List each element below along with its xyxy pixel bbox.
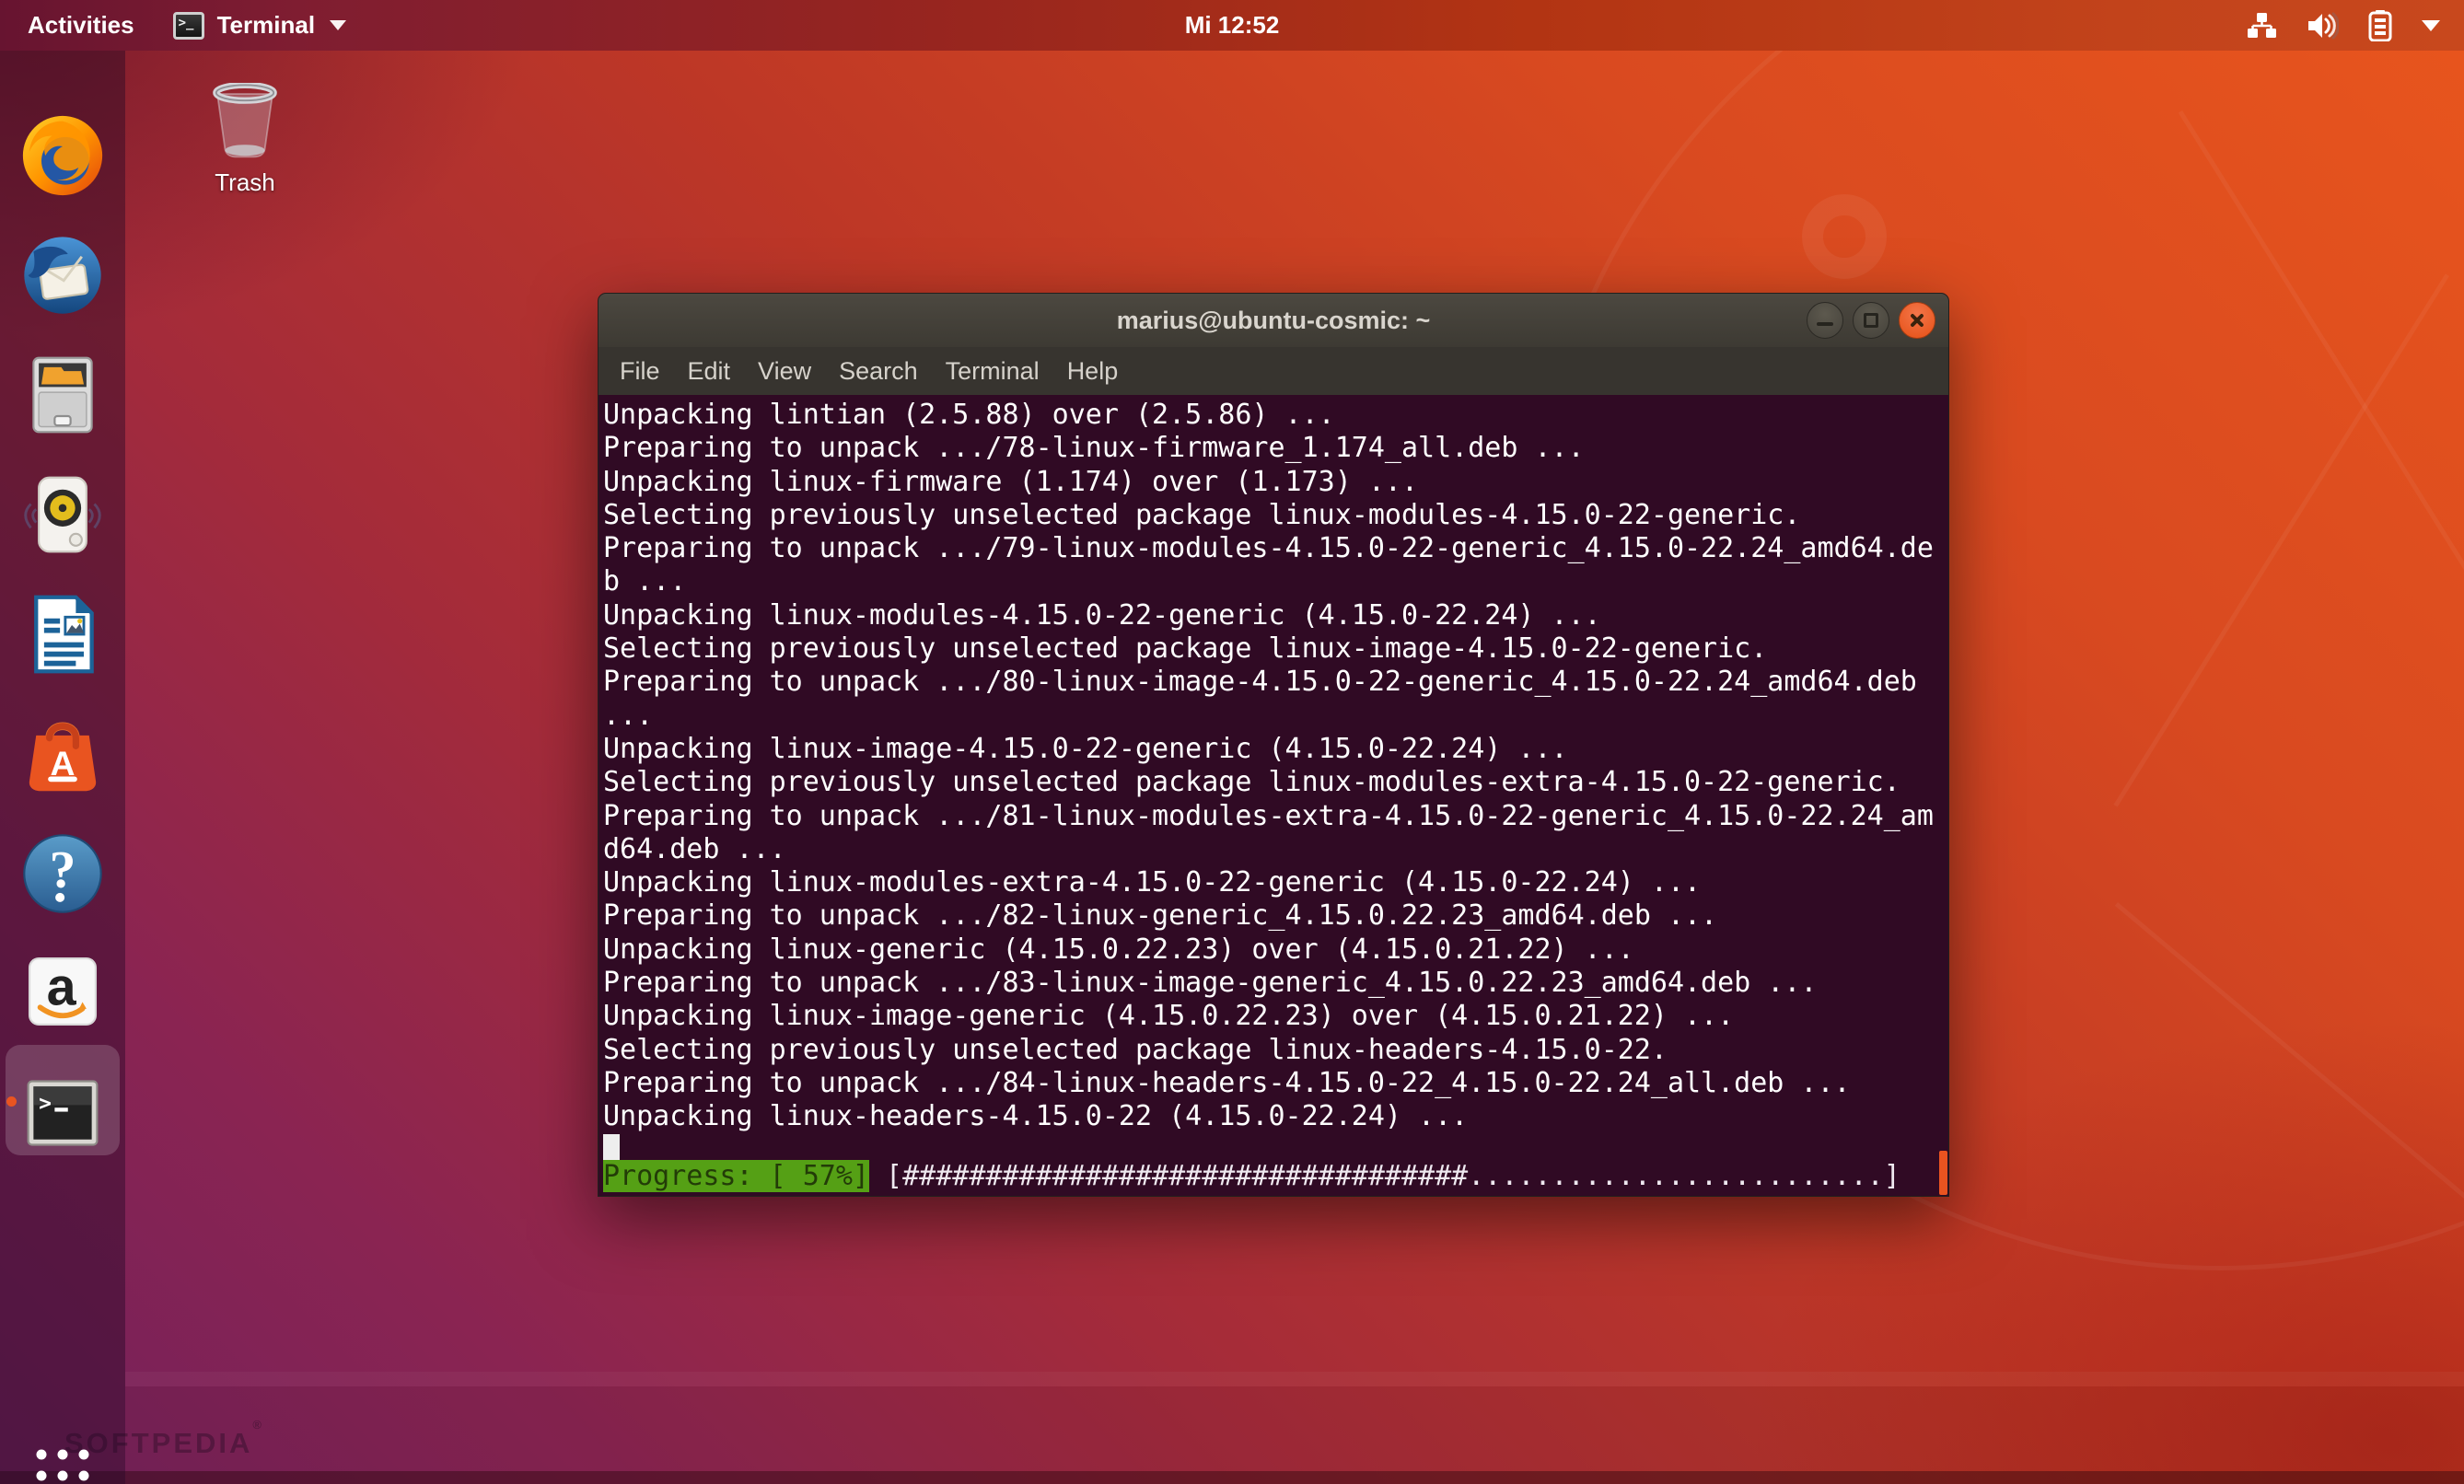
app-menu-button[interactable]: >_ Terminal bbox=[172, 11, 347, 40]
menu-search[interactable]: Search bbox=[825, 357, 932, 386]
wallpaper-line-pattern bbox=[2178, 110, 2464, 707]
menu-view[interactable]: View bbox=[744, 357, 825, 386]
dock-item-ubuntu-software[interactable]: A bbox=[20, 712, 105, 796]
top-bar-left: Activities >_ Terminal bbox=[0, 11, 347, 40]
terminal-window: marius@ubuntu-cosmic: ~ File Edit View S… bbox=[598, 293, 1949, 1197]
wallpaper-line-pattern bbox=[2114, 902, 2464, 1237]
maximize-icon bbox=[1864, 313, 1878, 328]
terminal-icon: > bbox=[27, 1080, 99, 1146]
menu-terminal[interactable]: Terminal bbox=[932, 357, 1053, 386]
dock: A ? a > bbox=[0, 51, 125, 1484]
minimize-icon bbox=[1817, 322, 1833, 326]
minimize-button[interactable] bbox=[1807, 302, 1843, 339]
wallpaper-band bbox=[125, 1372, 2464, 1386]
clock-label: Mi 12:52 bbox=[1184, 11, 1280, 39]
maximize-button[interactable] bbox=[1853, 302, 1889, 339]
dock-item-help[interactable]: ? bbox=[20, 831, 105, 916]
terminal-menubar: File Edit View Search Terminal Help bbox=[599, 347, 1948, 395]
show-applications-button[interactable] bbox=[33, 1446, 92, 1484]
svg-text:>: > bbox=[39, 1092, 52, 1116]
terminal-scrollbar-thumb[interactable] bbox=[1939, 1151, 1947, 1195]
trash-label: Trash bbox=[215, 168, 275, 196]
wallpaper-band bbox=[125, 1386, 2464, 1484]
menu-help[interactable]: Help bbox=[1053, 357, 1133, 386]
svg-text:?: ? bbox=[50, 841, 76, 899]
amazon-icon: a bbox=[28, 956, 98, 1026]
activities-button[interactable]: Activities bbox=[28, 11, 134, 40]
ubuntu-desktop: SOFTPEDIA® Trash marius@ubuntu-cosmic: ~… bbox=[0, 0, 2464, 1484]
terminal-output: Unpacking lintian (2.5.88) over (2.5.86)… bbox=[603, 399, 1934, 1133]
network-icon bbox=[2248, 12, 2276, 38]
writer-document-icon bbox=[34, 595, 94, 674]
terminal-titlebar[interactable]: marius@ubuntu-cosmic: ~ bbox=[599, 294, 1948, 347]
menu-file[interactable]: File bbox=[606, 357, 674, 386]
terminal-screen[interactable]: Unpacking lintian (2.5.88) over (2.5.86)… bbox=[599, 395, 1948, 1196]
trash-can-icon bbox=[213, 81, 277, 158]
running-indicator-dot bbox=[6, 1096, 17, 1107]
progress-bar-text: [##################################.....… bbox=[868, 1159, 1900, 1192]
firefox-icon bbox=[22, 115, 103, 196]
thunderbird-icon bbox=[24, 237, 101, 314]
top-bar: Activities >_ Terminal Mi 12:52 bbox=[0, 0, 2464, 51]
battery-icon bbox=[2368, 9, 2392, 41]
menu-edit[interactable]: Edit bbox=[674, 357, 745, 386]
dock-item-libreoffice-writer[interactable] bbox=[20, 592, 105, 677]
clock-button[interactable]: Mi 12:52 bbox=[1185, 0, 1280, 51]
volume-icon bbox=[2308, 12, 2339, 39]
trash-desktop-icon[interactable]: Trash bbox=[195, 81, 295, 197]
close-button[interactable] bbox=[1899, 302, 1935, 339]
close-icon bbox=[1908, 311, 1926, 330]
apt-progress-line: Progress: [ 57%] [######################… bbox=[603, 1159, 1935, 1193]
terminal-icon: >_ bbox=[172, 11, 204, 40]
screen-bottom-edge bbox=[0, 1471, 2464, 1484]
chevron-down-icon bbox=[2422, 19, 2440, 31]
system-status-area[interactable] bbox=[2245, 0, 2464, 51]
speaker-icon bbox=[24, 476, 101, 553]
app-grid-icon bbox=[36, 1449, 89, 1481]
svg-text:a: a bbox=[47, 957, 77, 1016]
dock-item-firefox[interactable] bbox=[20, 113, 105, 198]
dock-item-files[interactable] bbox=[20, 353, 105, 437]
dock-item-rhythmbox[interactable] bbox=[20, 472, 105, 557]
dock-item-amazon[interactable]: a bbox=[20, 949, 105, 1034]
dock-item-terminal[interactable]: > bbox=[20, 1071, 105, 1155]
file-cabinet-icon bbox=[32, 356, 93, 434]
software-bag-icon: A bbox=[29, 722, 97, 792]
wallpaper-ring-pattern bbox=[1802, 194, 1887, 279]
progress-percent-badge: Progress: [ 57%] bbox=[603, 1159, 869, 1192]
wallpaper-line-pattern bbox=[2113, 273, 2449, 807]
chevron-down-icon bbox=[330, 20, 347, 30]
app-menu-label: Terminal bbox=[216, 11, 316, 39]
window-title: marius@ubuntu-cosmic: ~ bbox=[1116, 306, 1431, 334]
window-controls bbox=[1807, 302, 1935, 339]
question-mark-icon: ? bbox=[23, 834, 102, 913]
dock-item-thunderbird[interactable] bbox=[20, 233, 105, 318]
